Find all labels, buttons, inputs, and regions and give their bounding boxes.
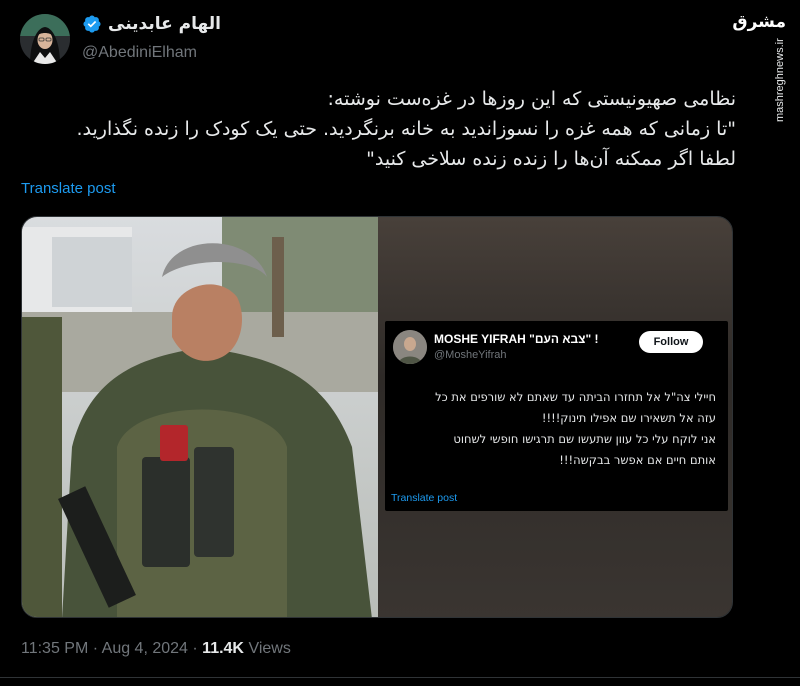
tweet-meta: 11:35 PM · Aug 4, 2024 · 11.4K Views	[21, 640, 291, 658]
embedded-text-line: חיילי צה"ל אל תחזרו הביתה עד שאתם לא שור…	[435, 390, 716, 404]
embedded-name: MOSHE YIFRAH "צבא העם" !	[434, 332, 599, 346]
soldier-photo[interactable]	[22, 217, 378, 618]
tweet-text-line: نظامی صهیونیستی که این روزها در غزه‌ست ن…	[327, 88, 736, 110]
embedded-post: MOSHE YIFRAH "צבא העם" ! @MosheYifrah Fo…	[385, 321, 728, 511]
divider	[0, 677, 800, 678]
embedded-handle: @MosheYifrah	[434, 349, 507, 361]
translate-post-link[interactable]: Translate post	[21, 180, 116, 197]
watermark-url: mashreghnews.ir	[774, 38, 786, 122]
tweet-text-line: لطفا اگر ممکنه آن‌ها را زنده زنده سلاخی …	[366, 148, 736, 170]
author-handle[interactable]: @AbediniElham	[82, 44, 197, 62]
verified-badge-icon	[83, 15, 101, 33]
meta-separator: ·	[192, 640, 198, 657]
embedded-text-line: אני לוקח עלי כל עוון שתעשו שם תרגישו חופ…	[453, 432, 716, 446]
tweet: الهام عابدینی @AbediniElham مشرق mashreg…	[0, 0, 800, 686]
author-avatar[interactable]	[20, 14, 70, 64]
embedded-avatar	[393, 330, 427, 364]
post-date[interactable]: Aug 4, 2024	[102, 640, 188, 657]
embedded-text-line: אותם חיים אם אפשר בבקשה!!!	[559, 453, 716, 467]
embedded-text: חיילי צה"ל אל תחזרו הביתה עד שאתם לא שור…	[386, 387, 716, 471]
embedded-text-line: עזה אל תשאירו שם אפילו תינוק!!!!	[541, 411, 716, 425]
person-avatar-icon	[393, 330, 427, 364]
views-count: 11.4K	[202, 640, 244, 657]
tweet-text: نظامی صهیونیستی که این روزها در غزه‌ست ن…	[36, 84, 736, 174]
avatar-woman-hijab-icon	[20, 14, 70, 64]
tweet-text-line: "تا زمانی که همه غزه را نسوزاندید به خان…	[76, 118, 736, 140]
author-display-name[interactable]: الهام عابدینی	[82, 14, 221, 34]
meta-separator: ·	[92, 640, 99, 657]
views-label: Views	[248, 640, 291, 657]
display-name-text[interactable]: الهام عابدینی	[108, 14, 221, 34]
embedded-follow-button: Follow	[639, 331, 703, 353]
post-time[interactable]: 11:35 PM	[21, 640, 88, 657]
embedded-translate-link: Translate post	[391, 492, 458, 504]
